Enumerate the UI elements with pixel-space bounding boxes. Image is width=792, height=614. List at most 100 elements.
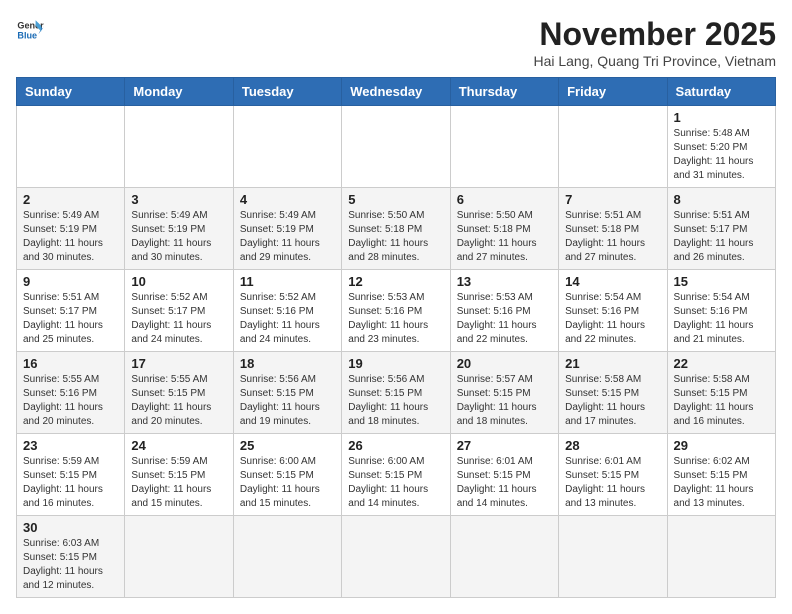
calendar-week-row: 2 Sunrise: 5:49 AM Sunset: 5:19 PM Daylig…: [17, 188, 776, 270]
month-title: November 2025: [533, 16, 776, 53]
day-number: 16: [23, 356, 118, 371]
calendar-cell: 10Sunrise: 5:52 AM Sunset: 5:17 PM Dayli…: [125, 270, 233, 352]
location-subtitle: Hai Lang, Quang Tri Province, Vietnam: [533, 53, 776, 69]
day-info: Sunrise: 5:54 AM Sunset: 5:16 PM Dayligh…: [565, 291, 660, 347]
day-number: 28: [565, 438, 660, 453]
day-info: Sunrise: 5:52 AM Sunset: 5:16 PM Dayligh…: [240, 291, 335, 347]
day-number: 9: [23, 274, 118, 289]
calendar-cell: 7 Sunrise: 5:51 AM Sunset: 5:18 PM Daylig…: [559, 188, 667, 270]
weekday-header-tuesday: Tuesday: [233, 78, 341, 106]
calendar-week-row: 9 Sunrise: 5:51 AM Sunset: 5:17 PM Daylig…: [17, 270, 776, 352]
calendar-cell: 17 Sunrise: 5:55 AM Sunset: 5:15 PM Dayli…: [125, 352, 233, 434]
weekday-header-monday: Monday: [125, 78, 233, 106]
weekday-header-thursday: Thursday: [450, 78, 558, 106]
weekday-header-friday: Friday: [559, 78, 667, 106]
calendar-cell: 23 Sunrise: 5:59 AM Sunset: 5:15 PM Dayli…: [17, 434, 125, 516]
calendar-week-row: 30 Sunrise: 6:03 AM Sunset: 5:15 PM Dayli…: [17, 516, 776, 598]
calendar-cell: [450, 106, 558, 188]
calendar-cell: 22Sunrise: 5:58 AM Sunset: 5:15 PM Dayli…: [667, 352, 775, 434]
day-number: 14: [565, 274, 660, 289]
calendar-cell: 1Sunrise: 5:48 AM Sunset: 5:20 PM Daylig…: [667, 106, 775, 188]
calendar-cell: 2Sunrise: 5:49 AM Sunset: 5:19 PM Daylig…: [17, 188, 125, 270]
logo: General Blue: [16, 16, 44, 44]
calendar-cell: [342, 516, 450, 598]
day-number: 4: [240, 192, 335, 207]
day-info: Sunrise: 6:01 AM Sunset: 5:15 PM Dayligh…: [457, 455, 552, 511]
day-info: Sunrise: 5:52 AM Sunset: 5:17 PM Dayligh…: [131, 291, 226, 347]
calendar-table: SundayMondayTuesdayWednesdayThursdayFrid…: [16, 77, 776, 598]
calendar-cell: 24 Sunrise: 5:59 AM Sunset: 5:15 PM Dayli…: [125, 434, 233, 516]
calendar-cell: 20 Sunrise: 5:57 AM Sunset: 5:15 PM Dayli…: [450, 352, 558, 434]
day-info: Sunrise: 6:00 AM Sunset: 5:15 PM Dayligh…: [240, 455, 335, 511]
day-info: Sunrise: 5:59 AM Sunset: 5:15 PM Dayligh…: [131, 455, 226, 511]
day-info: Sunrise: 5:53 AM Sunset: 5:16 PM Dayligh…: [457, 291, 552, 347]
calendar-cell: 18Sunrise: 5:56 AM Sunset: 5:15 PM Dayli…: [233, 352, 341, 434]
day-number: 6: [457, 192, 552, 207]
calendar-cell: 27 Sunrise: 6:01 AM Sunset: 5:15 PM Dayli…: [450, 434, 558, 516]
calendar-week-row: 23 Sunrise: 5:59 AM Sunset: 5:15 PM Dayli…: [17, 434, 776, 516]
calendar-cell: 9 Sunrise: 5:51 AM Sunset: 5:17 PM Daylig…: [17, 270, 125, 352]
calendar-cell: [125, 516, 233, 598]
day-info: Sunrise: 6:03 AM Sunset: 5:15 PM Dayligh…: [23, 537, 118, 593]
day-info: Sunrise: 5:49 AM Sunset: 5:19 PM Dayligh…: [240, 209, 335, 265]
calendar-cell: 8Sunrise: 5:51 AM Sunset: 5:17 PM Daylig…: [667, 188, 775, 270]
calendar-cell: [125, 106, 233, 188]
day-number: 11: [240, 274, 335, 289]
calendar-cell: [233, 106, 341, 188]
day-info: Sunrise: 5:51 AM Sunset: 5:17 PM Dayligh…: [674, 209, 769, 265]
day-number: 23: [23, 438, 118, 453]
calendar-cell: 21Sunrise: 5:58 AM Sunset: 5:15 PM Dayli…: [559, 352, 667, 434]
day-info: Sunrise: 5:54 AM Sunset: 5:16 PM Dayligh…: [674, 291, 769, 347]
day-number: 15: [674, 274, 769, 289]
calendar-cell: 13 Sunrise: 5:53 AM Sunset: 5:16 PM Dayli…: [450, 270, 558, 352]
day-number: 3: [131, 192, 226, 207]
day-info: Sunrise: 6:01 AM Sunset: 5:15 PM Dayligh…: [565, 455, 660, 511]
day-info: Sunrise: 5:51 AM Sunset: 5:18 PM Dayligh…: [565, 209, 660, 265]
calendar-cell: [17, 106, 125, 188]
weekday-header-saturday: Saturday: [667, 78, 775, 106]
day-number: 20: [457, 356, 552, 371]
calendar-cell: [559, 106, 667, 188]
day-number: 2: [23, 192, 118, 207]
calendar-cell: 3Sunrise: 5:49 AM Sunset: 5:19 PM Daylig…: [125, 188, 233, 270]
day-number: 12: [348, 274, 443, 289]
title-block: November 2025 Hai Lang, Quang Tri Provin…: [533, 16, 776, 69]
day-number: 7: [565, 192, 660, 207]
calendar-cell: 11 Sunrise: 5:52 AM Sunset: 5:16 PM Dayli…: [233, 270, 341, 352]
day-number: 24: [131, 438, 226, 453]
day-number: 17: [131, 356, 226, 371]
calendar-cell: 29 Sunrise: 6:02 AM Sunset: 5:15 PM Dayli…: [667, 434, 775, 516]
day-number: 13: [457, 274, 552, 289]
day-info: Sunrise: 5:58 AM Sunset: 5:15 PM Dayligh…: [674, 373, 769, 429]
day-number: 26: [348, 438, 443, 453]
day-number: 5: [348, 192, 443, 207]
day-info: Sunrise: 5:55 AM Sunset: 5:15 PM Dayligh…: [131, 373, 226, 429]
page-header: General Blue November 2025 Hai Lang, Qua…: [16, 16, 776, 69]
calendar-cell: [342, 106, 450, 188]
day-number: 30: [23, 520, 118, 535]
calendar-cell: 25 Sunrise: 6:00 AM Sunset: 5:15 PM Dayli…: [233, 434, 341, 516]
day-info: Sunrise: 6:00 AM Sunset: 5:15 PM Dayligh…: [348, 455, 443, 511]
day-info: Sunrise: 5:48 AM Sunset: 5:20 PM Dayligh…: [674, 127, 769, 183]
day-number: 27: [457, 438, 552, 453]
calendar-cell: 6Sunrise: 5:50 AM Sunset: 5:18 PM Daylig…: [450, 188, 558, 270]
calendar-cell: 26 Sunrise: 6:00 AM Sunset: 5:15 PM Dayli…: [342, 434, 450, 516]
calendar-cell: 12 Sunrise: 5:53 AM Sunset: 5:16 PM Dayli…: [342, 270, 450, 352]
calendar-cell: [233, 516, 341, 598]
day-info: Sunrise: 5:57 AM Sunset: 5:15 PM Dayligh…: [457, 373, 552, 429]
calendar-cell: 28 Sunrise: 6:01 AM Sunset: 5:15 PM Dayli…: [559, 434, 667, 516]
day-number: 25: [240, 438, 335, 453]
calendar-cell: 30 Sunrise: 6:03 AM Sunset: 5:15 PM Dayli…: [17, 516, 125, 598]
day-number: 29: [674, 438, 769, 453]
weekday-header-row: SundayMondayTuesdayWednesdayThursdayFrid…: [17, 78, 776, 106]
calendar-cell: [559, 516, 667, 598]
calendar-cell: 5Sunrise: 5:50 AM Sunset: 5:18 PM Daylig…: [342, 188, 450, 270]
day-number: 19: [348, 356, 443, 371]
day-info: Sunrise: 5:51 AM Sunset: 5:17 PM Dayligh…: [23, 291, 118, 347]
day-info: Sunrise: 5:56 AM Sunset: 5:15 PM Dayligh…: [348, 373, 443, 429]
day-info: Sunrise: 5:53 AM Sunset: 5:16 PM Dayligh…: [348, 291, 443, 347]
calendar-cell: 14 Sunrise: 5:54 AM Sunset: 5:16 PM Dayli…: [559, 270, 667, 352]
calendar-cell: 19 Sunrise: 5:56 AM Sunset: 5:15 PM Dayli…: [342, 352, 450, 434]
day-info: Sunrise: 5:59 AM Sunset: 5:15 PM Dayligh…: [23, 455, 118, 511]
day-info: Sunrise: 6:02 AM Sunset: 5:15 PM Dayligh…: [674, 455, 769, 511]
